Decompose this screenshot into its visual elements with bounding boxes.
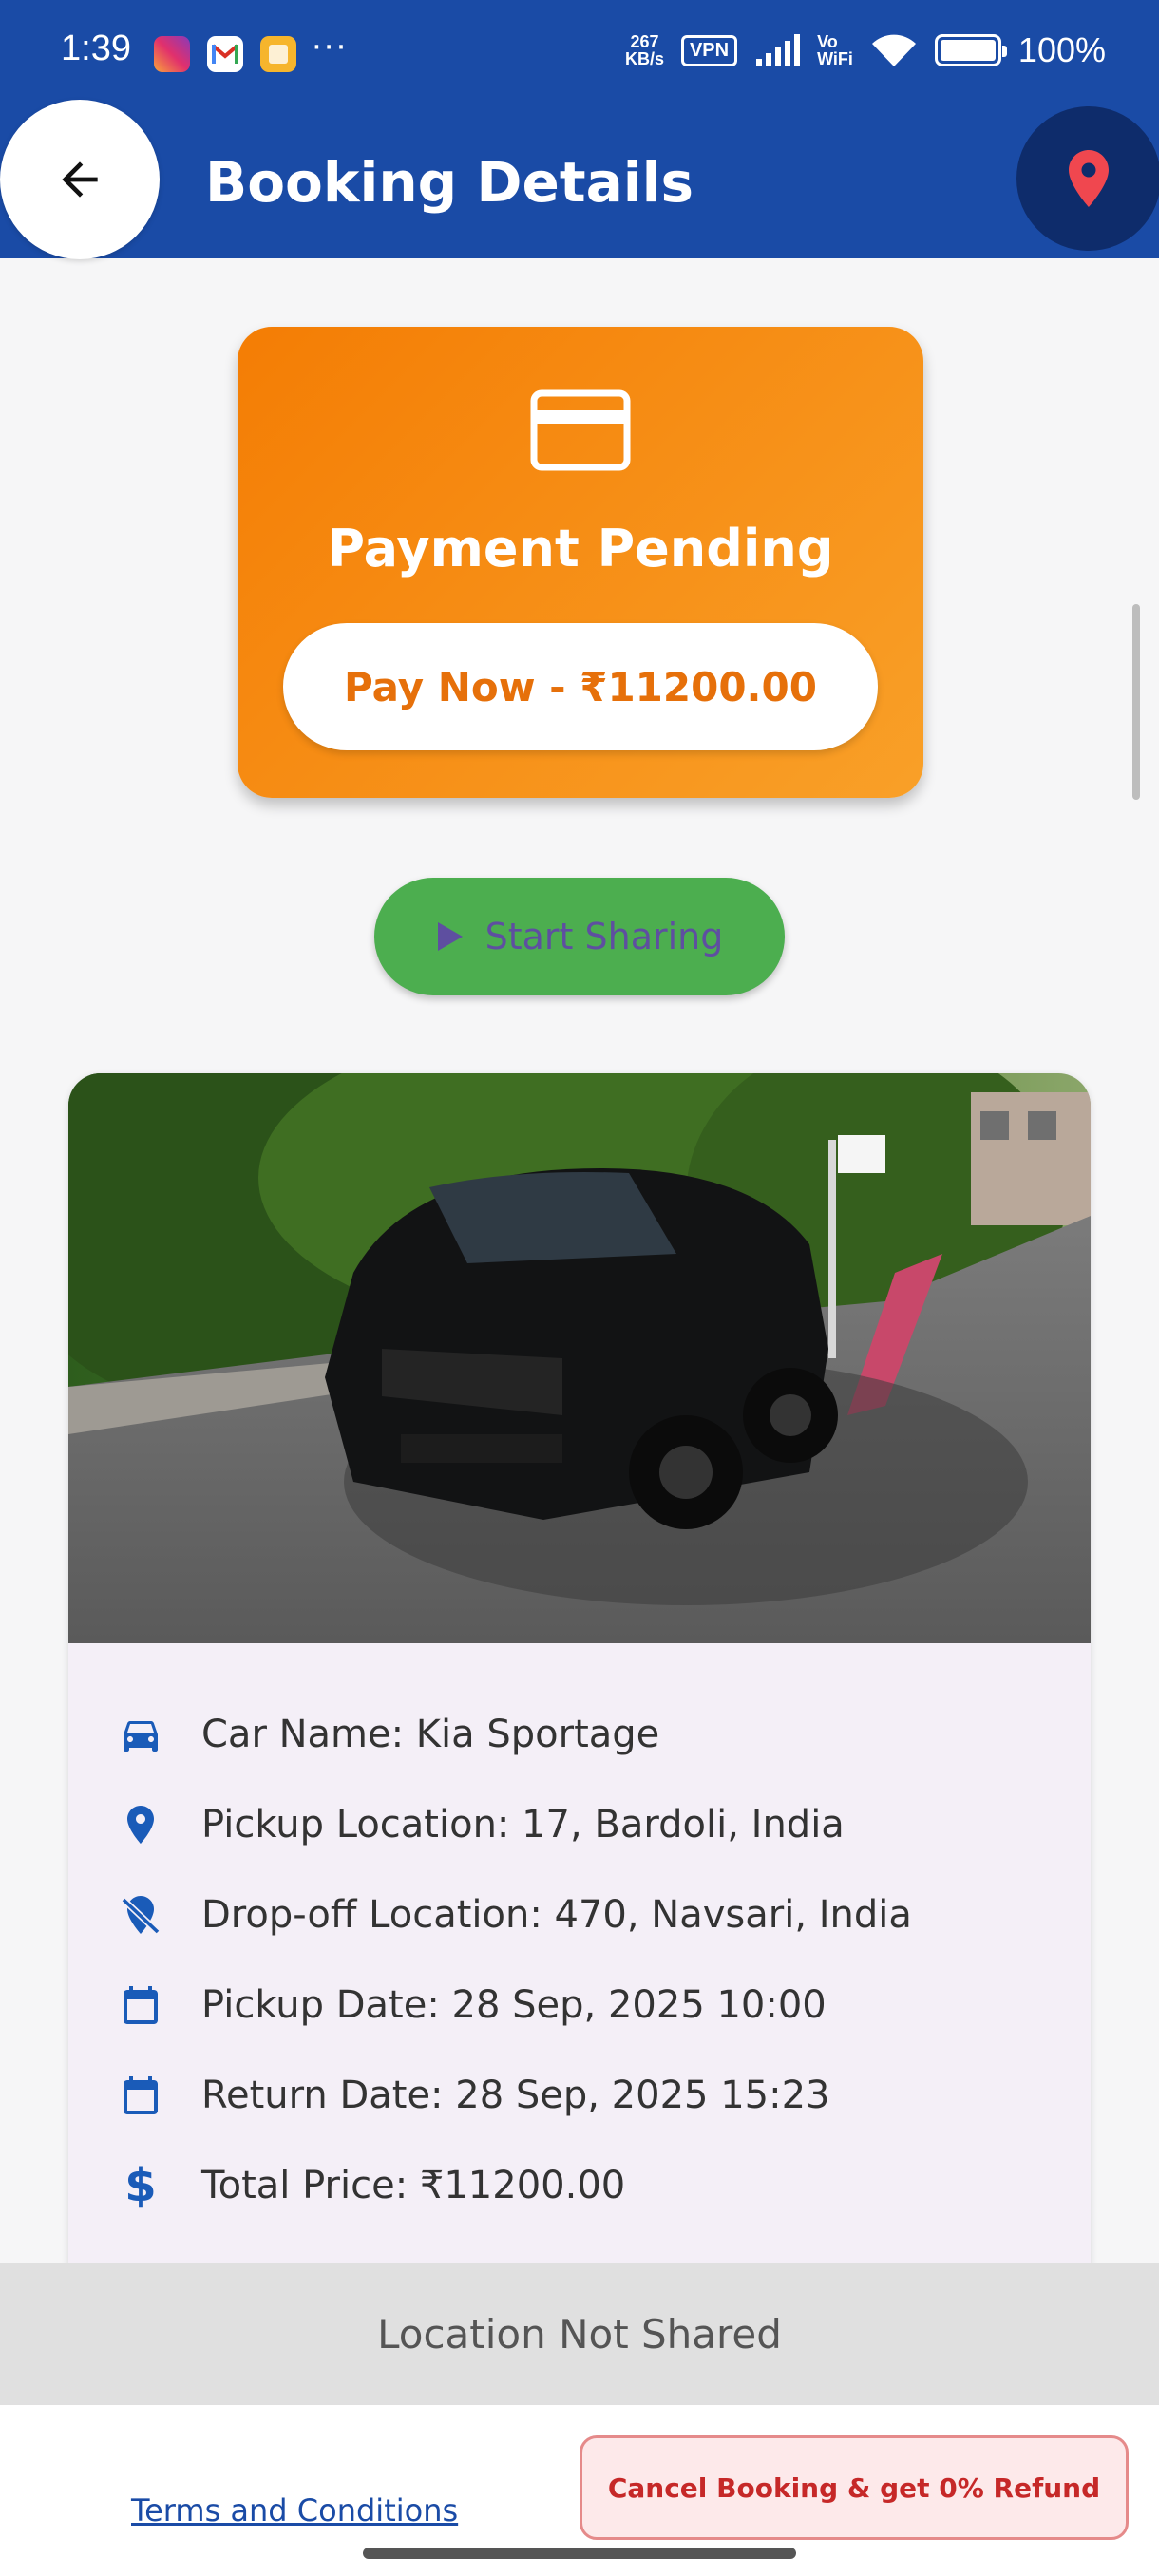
location-off-icon <box>121 1896 161 1935</box>
detail-text: Pickup Location: 17, Bardoli, India <box>201 1803 845 1847</box>
terms-link[interactable]: Terms and Conditions <box>131 2492 458 2529</box>
instagram-icon <box>154 36 190 72</box>
start-sharing-button[interactable]: Start Sharing <box>374 878 785 995</box>
location-pin-icon <box>127 1806 154 1844</box>
vpn-icon: VPN <box>680 34 738 66</box>
bottom-bar: Terms and Conditions Cancel Booking & ge… <box>0 2405 1159 2576</box>
more-notifications-icon: ··· <box>312 28 349 66</box>
play-icon <box>437 922 463 951</box>
wifi-icon <box>871 34 916 66</box>
payment-status-title: Payment Pending <box>327 519 834 578</box>
scrollbar[interactable] <box>1132 604 1140 800</box>
detail-text: Return Date: 28 Sep, 2025 15:23 <box>201 2074 830 2117</box>
signal-icon <box>756 34 801 66</box>
detail-row-pickup-location: Pickup Location: 17, Bardoli, India <box>68 1791 1091 1858</box>
status-time: 1:39 <box>61 28 131 68</box>
network-speed: 267 KB/s <box>624 32 664 68</box>
vowifi-indicator: Vo WiFi <box>817 32 853 68</box>
back-button[interactable] <box>0 100 160 259</box>
calendar-icon <box>124 1986 158 2024</box>
detail-row-pickup-date: Pickup Date: 28 Sep, 2025 10:00 <box>68 1972 1091 2038</box>
car-details-card: Car Name: Kia Sportage Pickup Location: … <box>68 1073 1091 2327</box>
home-indicator[interactable] <box>363 2548 796 2559</box>
detail-text: Car Name: Kia Sportage <box>201 1713 660 1756</box>
payment-pending-card: Payment Pending Pay Now - ₹11200.00 <box>238 327 923 798</box>
arrow-left-icon <box>62 161 98 198</box>
credit-card-icon <box>530 389 631 471</box>
car-icon <box>124 1721 158 1752</box>
calendar-icon <box>124 2076 158 2114</box>
cancel-booking-button[interactable]: Cancel Booking & get 0% Refund <box>580 2435 1129 2540</box>
dollar-icon: $ <box>124 2159 157 2212</box>
status-bar: 1:39 ··· 267 KB/s VPN Vo WiFi 100% <box>0 0 1159 104</box>
car-photo <box>68 1073 1091 1643</box>
location-pin-icon <box>1069 150 1109 207</box>
battery-percent: 100% <box>1017 30 1106 69</box>
battery-icon <box>934 34 1007 66</box>
pay-now-button[interactable]: Pay Now - ₹11200.00 <box>283 623 878 750</box>
detail-text: Drop-off Location: 470, Navsari, India <box>201 1893 912 1937</box>
detail-row-return-date: Return Date: 28 Sep, 2025 15:23 <box>68 2062 1091 2129</box>
detail-row-total-price: $ Total Price: ₹11200.00 <box>68 2152 1091 2219</box>
notes-app-icon <box>260 36 296 72</box>
location-button[interactable] <box>1016 106 1159 251</box>
gmail-icon <box>207 36 243 72</box>
page-title: Booking Details <box>205 150 694 215</box>
start-sharing-label: Start Sharing <box>484 916 724 957</box>
detail-row-dropoff-location: Drop-off Location: 470, Navsari, India <box>68 1882 1091 1948</box>
detail-text: Total Price: ₹11200.00 <box>201 2164 626 2207</box>
location-status-banner: Location Not Shared <box>0 2263 1159 2405</box>
detail-row-car-name: Car Name: Kia Sportage <box>68 1701 1091 1768</box>
detail-text: Pickup Date: 28 Sep, 2025 10:00 <box>201 1983 826 2027</box>
